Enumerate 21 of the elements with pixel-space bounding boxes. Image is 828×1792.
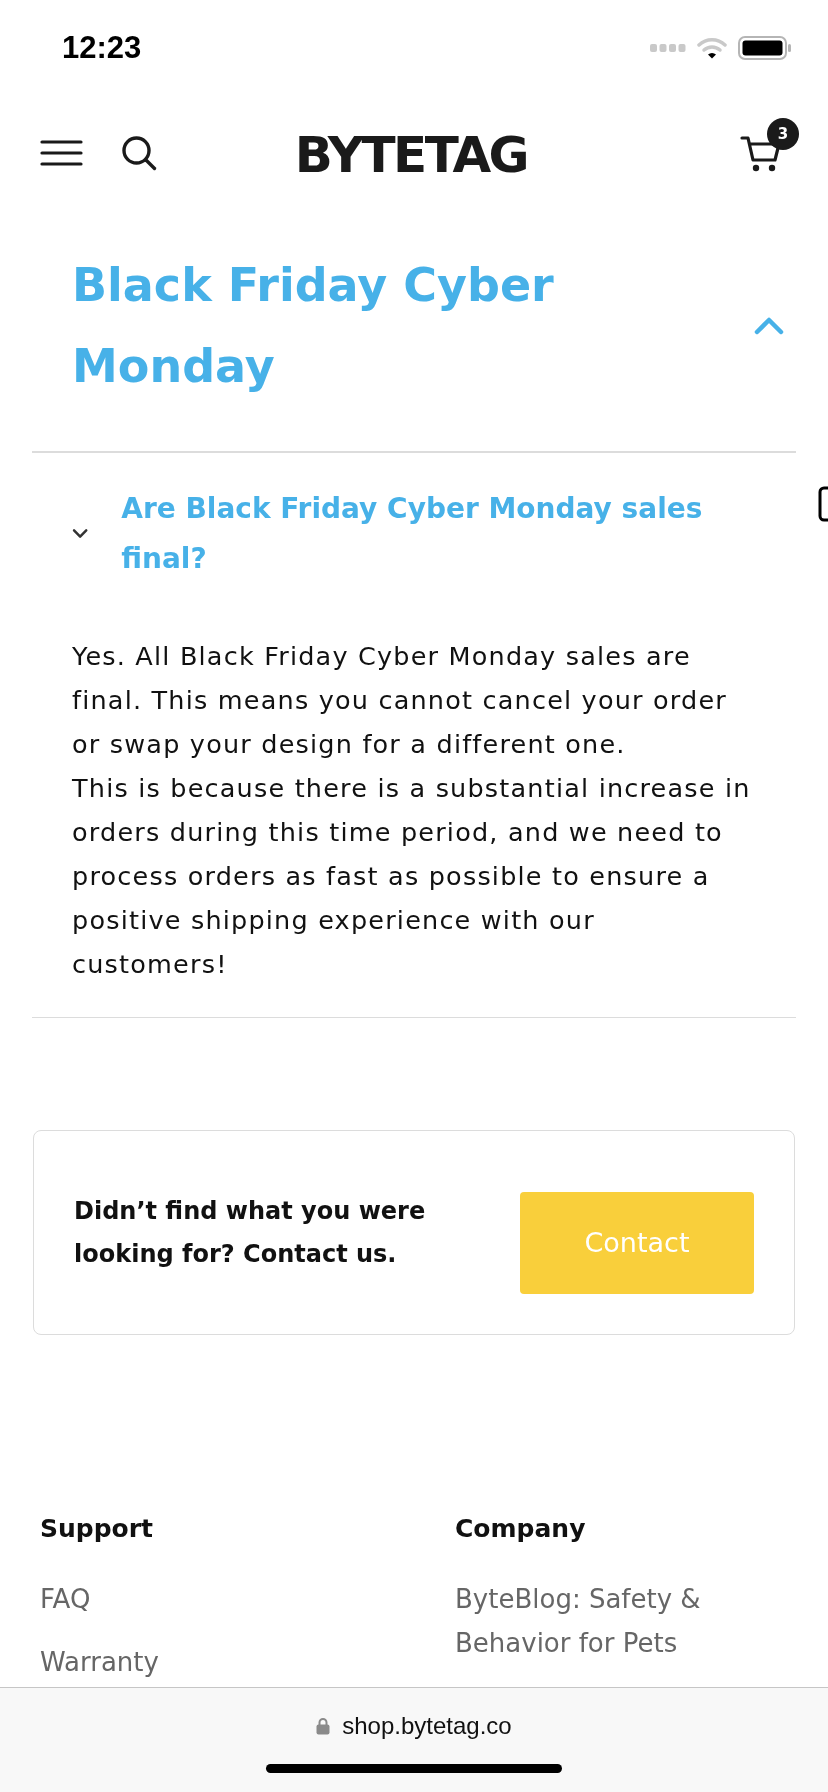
contact-prompt: Didn’t find what you were looking for? Contact us. bbox=[74, 1195, 427, 1270]
url-text[interactable]: shop.bytetag.co bbox=[342, 1712, 512, 1740]
status-time: 12:23 bbox=[62, 30, 142, 66]
footer-heading: Support bbox=[40, 1513, 155, 1545]
menu-icon[interactable] bbox=[40, 139, 83, 167]
answer-text: This is because there is a substantial increase in orders during this time period, and we need to process orders as fast as possible to ensure a positive shipping experience with our customers! bbox=[72, 771, 752, 981]
section-title: Black Friday Cyber Monday bbox=[72, 257, 555, 395]
footer-link[interactable]: Warranty bbox=[40, 1640, 340, 1684]
answer-text: Yes. All Black Friday Cyber Monday sales are final. This means you cannot cancel your order or swap your design for a different one. bbox=[72, 639, 729, 761]
footer-heading: Company bbox=[455, 1513, 587, 1545]
wifi-icon bbox=[697, 37, 727, 59]
footer-link[interactable]: FAQ bbox=[40, 1577, 340, 1621]
side-tab-icon[interactable] bbox=[818, 486, 828, 522]
search-icon[interactable] bbox=[121, 135, 157, 171]
signal-icon bbox=[650, 44, 686, 52]
lock-icon bbox=[316, 1717, 331, 1735]
brand-logo[interactable]: BYTETAG bbox=[294, 126, 528, 180]
chevron-down-icon[interactable] bbox=[72, 528, 89, 539]
cart-count-badge: 3 bbox=[767, 118, 799, 150]
battery-icon bbox=[738, 36, 792, 60]
footer-link[interactable]: ByteBlog: Safety & Behavior for Pets bbox=[455, 1577, 755, 1665]
